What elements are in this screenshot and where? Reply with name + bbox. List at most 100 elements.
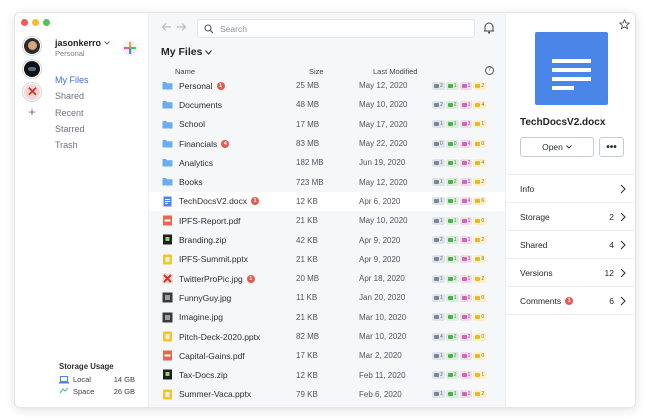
stat-icon xyxy=(461,392,467,397)
column-header-name[interactable]: Name xyxy=(175,67,195,76)
file-size: 17 KB xyxy=(296,351,318,361)
search-input[interactable] xyxy=(220,23,460,34)
detail-row-versions[interactable]: Versions 12 xyxy=(506,259,635,287)
file-stats: 1 2 1 0 xyxy=(432,351,487,360)
detail-row-storage[interactable]: Storage 2 xyxy=(506,203,635,231)
file-row[interactable]: FunnyGuy.jpg 11 KB Jan 20, 2020 1 1 0 0 xyxy=(149,288,505,307)
stat-icon xyxy=(434,180,439,185)
comments-stat: 8 xyxy=(473,255,487,264)
stat-icon xyxy=(447,353,453,358)
sidebar-item-starred[interactable]: Starred xyxy=(55,121,89,137)
sidebar-item-my-files[interactable]: My Files xyxy=(55,72,89,88)
stat-count: 1 xyxy=(467,372,471,379)
comments-stat: 0 xyxy=(473,351,487,360)
workspace-avatar[interactable] xyxy=(23,83,41,101)
file-row[interactable]: Summer-Vaca.pptx 79 KB Feb 6, 2020 1 1 1 2 xyxy=(149,385,505,404)
toolbar xyxy=(149,13,505,43)
file-row[interactable]: Books 723 MB May 12, 2020 1 2 1 2 xyxy=(149,172,505,191)
file-date: May 17, 2020 xyxy=(359,119,408,129)
file-row[interactable]: IPFS-Report.pdf 21 KB May 10, 2020 1 1 1 0 xyxy=(149,211,505,230)
stat-icon xyxy=(461,180,467,185)
more-options-button[interactable]: ••• xyxy=(599,137,624,157)
folder-title-dropdown[interactable]: My Files xyxy=(161,46,213,58)
sync-stat: 1 xyxy=(445,236,459,245)
star-icon[interactable] xyxy=(619,19,630,30)
storage-value: 26 GB xyxy=(113,386,135,396)
notification-badge: 1 xyxy=(565,296,574,305)
stat-count: 0 xyxy=(481,352,485,359)
shares-stat: 1 xyxy=(459,274,473,283)
workspace-avatar[interactable] xyxy=(23,60,41,78)
detail-row-shared[interactable]: Shared 4 xyxy=(506,231,635,259)
zip-file-icon xyxy=(163,234,172,245)
file-row[interactable]: School 17 MB May 17, 2020 1 1 3 1 xyxy=(149,115,505,134)
open-button[interactable]: Open xyxy=(520,137,594,157)
file-name: Financials xyxy=(179,138,218,149)
close-dot[interactable] xyxy=(21,19,28,26)
account-switcher[interactable]: jasonkerro Personal xyxy=(55,38,110,58)
file-row[interactable]: IPFS-Summit.pptx 21 KB Apr 9, 2020 2 1 3 8 xyxy=(149,250,505,269)
column-header-size[interactable]: Size xyxy=(309,67,324,76)
detail-row-comments[interactable]: Comments 1 6 xyxy=(506,287,635,315)
back-arrow-icon[interactable] xyxy=(161,22,172,32)
bell-icon[interactable] xyxy=(483,21,495,34)
file-row[interactable]: Documents 48 MB May 10, 2020 2 2 1 4 xyxy=(149,95,505,114)
file-name: TwitterProPic.jpg xyxy=(179,273,243,284)
devices-stat: 1 xyxy=(432,390,445,399)
file-row[interactable]: TwitterProPic.jpg 1 20 MB Apr 18, 2020 1 2 1 2 xyxy=(149,269,505,288)
file-name-cell: Tax-Docs.zip xyxy=(179,370,228,380)
detail-row-info[interactable]: Info xyxy=(506,175,635,203)
file-stats: 2 2 1 1 xyxy=(432,371,487,380)
detail-label: Info xyxy=(520,183,535,194)
shares-stat: 1 xyxy=(459,216,473,225)
stat-icon xyxy=(434,334,439,339)
file-name-cell: Pitch-Deck-2020.pptx xyxy=(179,332,260,342)
stat-icon xyxy=(447,334,453,339)
column-header-modified[interactable]: Last Modified xyxy=(373,67,418,76)
file-row[interactable]: Capital-Gains.pdf 17 KB Mar 2, 2020 1 2 1 0 xyxy=(149,346,505,365)
detail-label-wrap: Info xyxy=(520,184,534,194)
forward-arrow-icon[interactable] xyxy=(176,22,187,32)
file-row[interactable]: Imagine.jpg 21 KB Mar 10, 2020 1 1 0 0 xyxy=(149,308,505,327)
stat-count: 2 xyxy=(467,159,471,166)
sync-stat: 1 xyxy=(445,158,459,167)
devices-stat: 1 xyxy=(432,158,445,167)
file-row[interactable]: Pitch-Deck-2020.pptx 82 MB Mar 10, 2020 4 2 2… xyxy=(149,327,505,346)
file-size: 25 MB xyxy=(296,81,320,91)
file-row[interactable]: Analytics 182 MB Jun 19, 2020 1 1 2 4 xyxy=(149,153,505,172)
file-size: 182 MB xyxy=(296,158,324,168)
sidebar-item-shared[interactable]: Shared xyxy=(55,88,89,104)
maximize-dot[interactable] xyxy=(43,19,50,26)
shares-stat: 1 xyxy=(459,351,473,360)
devices-stat: 2 xyxy=(432,100,445,109)
file-stats: 2 2 1 4 xyxy=(432,100,487,109)
sidebar-item-recent[interactable]: Recent xyxy=(55,105,89,121)
stat-count: 0 xyxy=(481,314,485,321)
help-icon[interactable]: ? xyxy=(485,66,494,75)
file-name-cell: TechDocsV2.docx 1 xyxy=(179,196,260,206)
zip-file-icon xyxy=(163,369,172,380)
stat-icon xyxy=(475,392,481,397)
file-row[interactable]: Financials 4 83 MB May 22, 2020 0 0 4 0 xyxy=(149,134,505,153)
file-row[interactable]: Personal 1 25 MB May 12, 2020 2 1 1 2 xyxy=(149,76,505,95)
folder-icon xyxy=(162,101,173,109)
shares-stat: 2 xyxy=(459,158,473,167)
stat-icon xyxy=(475,160,481,165)
file-row[interactable]: Tax-Docs.zip 12 KB Feb 11, 2020 2 2 1 1 xyxy=(149,365,505,384)
comments-stat: 0 xyxy=(473,139,487,148)
file-row[interactable]: Branding.zip 42 KB Apr 9, 2020 2 1 1 2 xyxy=(149,230,505,249)
minimize-dot[interactable] xyxy=(32,19,39,26)
sidebar-item-trash[interactable]: Trash xyxy=(55,137,89,153)
stat-count: 2 xyxy=(481,275,485,282)
add-workspace-icon[interactable]: + xyxy=(28,106,35,118)
folder-icon xyxy=(162,178,173,186)
user-avatar[interactable] xyxy=(23,37,41,55)
stat-count: 1 xyxy=(453,159,457,166)
file-row[interactable]: TechDocsV2.docx 1 12 KB Apr 6, 2020 1 1 4 6 xyxy=(149,191,505,212)
new-button[interactable] xyxy=(122,40,138,56)
stat-icon xyxy=(447,257,453,262)
file-name: IPFS-Summit.pptx xyxy=(179,254,248,265)
sync-icon xyxy=(59,387,69,394)
file-stats: 2 1 3 8 xyxy=(432,255,487,264)
file-date: May 10, 2020 xyxy=(359,216,408,226)
